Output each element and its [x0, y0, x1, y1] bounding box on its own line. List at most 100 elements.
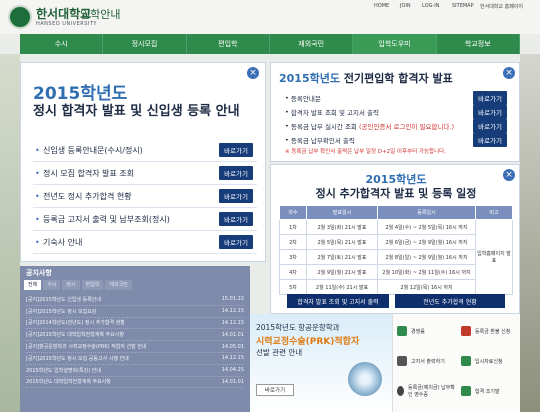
tab-transfer[interactable]: 편입학	[81, 280, 104, 290]
popup1-item: • 신입생 등록안내문(수시/정시) 바로가기	[33, 139, 257, 162]
notice-board: 공지사항 전체 수시 정시 편입학 재외국민 [공지]2015학년도 신입생 등…	[20, 266, 250, 412]
quick-early-notice[interactable]: 합격 조기발	[457, 380, 519, 402]
popup2-item: • 등록금 납부확인서 출력 바로가기	[279, 133, 511, 147]
popup1-item-label: 전년도 정시 추가합격 현황	[43, 191, 132, 201]
nav-overseas[interactable]: 재외국민	[270, 34, 354, 54]
nav-transfer[interactable]: 편입학	[187, 34, 270, 54]
popup2-title: 2015학년도 전기편입학 합격자 발표	[279, 72, 453, 85]
popup3-title: 정시 추가합격자 발표 및 등록 일정	[315, 187, 477, 200]
quick-refund-request[interactable]: 등록금 환불 신청	[457, 320, 519, 342]
promo-line1: 2015학년도 항공운항학과	[256, 323, 340, 332]
popup1-title: 정시 합격자 발표 및 신입생 등록 안내	[33, 104, 240, 119]
popup1-item: • 등록금 고지서 출력 및 납부조회(정시) 바로가기	[33, 208, 257, 231]
background-left	[0, 54, 20, 412]
util-join-link[interactable]: JOIN	[400, 3, 411, 9]
university-english-name: HANSEO UNIVERSITY	[36, 21, 97, 27]
notice-tabs: 전체 수시 정시 편입학 재외국민	[24, 280, 246, 290]
remark-cell: 입학홈페이지 발표	[475, 219, 513, 295]
popup-additional-admission: 2015학년도 정시 추가합격자 발표 및 등록 일정 × 차수 발표일시 등록…	[270, 164, 520, 314]
quick-print-bill[interactable]: 고지서 출력하기	[393, 350, 455, 372]
prk-promo-banner: 2015학년도 항공운항학과 시력교정수술(PRK)적합자 선발 관련 안내 바…	[250, 314, 392, 412]
nav-jeongsi[interactable]: 정시모집	[103, 34, 187, 54]
col-header: 발표일시	[306, 205, 378, 220]
eye-lens-icon	[348, 362, 382, 396]
popup1-item-label: 기숙사 안내	[43, 237, 83, 247]
university-logo[interactable]	[8, 5, 32, 29]
popup1-item: • 전년도 정시 추가합격 현황 바로가기	[33, 185, 257, 208]
receipt-icon	[397, 386, 405, 396]
calendar-icon	[461, 386, 471, 396]
background-right	[520, 54, 540, 412]
refund-icon	[461, 326, 471, 336]
schedule-table: 차수 발표일시 등록일시 비고 1차 2월 3일(화) 21시 발표 2월 4일(수…	[279, 205, 513, 295]
results-print-button[interactable]: 합격자 발표 조회 및 고지서 출력	[287, 294, 389, 308]
go-button[interactable]: 바로가기	[219, 189, 253, 203]
col-header: 비고	[475, 205, 513, 220]
util-homepage-link[interactable]: 한서대학교 홈페이지	[480, 3, 523, 10]
main-navigation: 수시 정시모집 편입학 재외국민 입학도우미 학교정보	[20, 34, 520, 54]
list-item[interactable]: [공지]2015학년도 정시 모집요강 14.12.15	[26, 306, 244, 318]
prev-year-status-button[interactable]: 전년도 추가합격 현황	[395, 294, 505, 308]
list-item[interactable]: [공지]항공운항학과 시력교정수술(PRK) 적합자 선발 안내 14.05.01	[26, 341, 244, 353]
bullet-icon: •	[35, 191, 40, 201]
document-icon	[461, 356, 471, 366]
popup2-item: • 등록안내문 바로가기	[279, 91, 511, 105]
list-item[interactable]: [공지]2015학년도 정시 모집 공동고사 시행 안내 14.12.15	[26, 353, 244, 365]
list-item[interactable]: 2015학년도 대학입학전형계획 주요사항 14.01.01	[26, 377, 244, 389]
util-login-link[interactable]: LOG-IN	[422, 3, 439, 9]
popup-jeongsi-notice: 2015학년도 정시 합격자 발표 및 신입생 등록 안내 × • 신입생 등록안…	[20, 62, 266, 262]
bullet-icon: •	[35, 145, 40, 155]
popup1-item: • 기숙사 안내 바로가기	[33, 231, 257, 254]
col-header: 차수	[279, 205, 307, 220]
popup2-item: • 등록금 납부 실시간 조회 (공인인증서 로그인이 필요합니다.) 바로가기	[279, 119, 511, 133]
go-button[interactable]: 바로가기	[219, 143, 253, 157]
printer-icon	[397, 356, 407, 366]
close-icon[interactable]: ×	[503, 67, 515, 79]
quick-materials-request[interactable]: 입시자료신청	[457, 350, 519, 372]
popup1-item: • 정시 모집 합격자 발표 조회 바로가기	[33, 162, 257, 185]
popup1-list: • 신입생 등록안내문(수시/정시) 바로가기 • 정시 모집 합격자 발표 조회 바로…	[33, 139, 257, 254]
go-button[interactable]: 바로가기	[473, 91, 507, 105]
tab-overseas[interactable]: 재외국민	[105, 280, 132, 290]
util-home-link[interactable]: HOME	[374, 3, 389, 9]
popup-transfer-results: 2015학년도 전기편입학 합격자 발표 × • 등록안내문 바로가기 • 합격자…	[270, 62, 520, 162]
promo-line2: 시력교정수술(PRK)적합자	[256, 337, 360, 347]
promo-go-button[interactable]: 바로가기	[256, 384, 294, 396]
popup2-list: • 등록안내문 바로가기 • 합격자 발표 조회 및 고지서 출력 바로가기 • 등…	[279, 91, 511, 147]
go-button[interactable]: 바로가기	[473, 119, 507, 133]
bullet-icon: •	[35, 214, 40, 224]
list-item[interactable]: [공지]2015학년도 신입생 등록안내 15.01.22	[26, 294, 244, 306]
nav-helper[interactable]: 입학도우미	[353, 34, 437, 54]
popup1-item-label: 정시 모집 합격자 발표 조회	[43, 168, 135, 178]
go-button[interactable]: 바로가기	[219, 235, 253, 249]
popup2-item: • 합격자 발표 조회 및 고지서 출력 바로가기	[279, 105, 511, 119]
chart-icon	[397, 326, 407, 336]
go-button[interactable]: 바로가기	[473, 133, 507, 147]
nav-school-info[interactable]: 학교정보	[437, 34, 520, 54]
popup1-item-label: 신입생 등록안내문(수시/정시)	[43, 145, 143, 155]
quick-payment-receipt[interactable]: 등록금(예치금) 납부확인 영수증	[393, 380, 455, 402]
bullet-icon: •	[35, 168, 40, 178]
admission-guide-title: 입학안내	[80, 8, 121, 21]
tab-jeongsi[interactable]: 정시	[62, 280, 80, 290]
popup2-footnote: ※ 등록금 납부 확인서 출력은 납부 일정 D+2일 이후부터 가능합니다.	[285, 149, 446, 155]
go-button[interactable]: 바로가기	[219, 212, 253, 226]
popup1-item-label: 등록금 고지서 출력 및 납부조회(정시)	[43, 214, 170, 224]
quick-menu: 경쟁률 등록금 환불 신청 고지서 출력하기 입시자료신청 등록금(예치금) 납…	[392, 314, 520, 412]
go-button[interactable]: 바로가기	[473, 105, 507, 119]
util-sitemap-link[interactable]: SITEMAP	[452, 3, 474, 9]
list-item[interactable]: 2015학년도 입학설명회(특강) 안내 14.04.25	[26, 365, 244, 377]
notice-title: 공지사항	[26, 269, 52, 277]
close-icon[interactable]: ×	[503, 169, 515, 181]
quick-competition-rate[interactable]: 경쟁률	[393, 320, 455, 342]
tab-susi[interactable]: 수시	[43, 280, 61, 290]
col-header: 등록일시	[377, 205, 476, 220]
close-icon[interactable]: ×	[247, 67, 259, 79]
list-item[interactable]: [공지]2014학년도(전년도) 정시 추가합격 현황 14.12.15	[26, 318, 244, 330]
nav-susi[interactable]: 수시	[20, 34, 104, 54]
notice-list: [공지]2015학년도 신입생 등록안내 15.01.22 [공지]2015학년도…	[26, 294, 244, 389]
tab-all[interactable]: 전체	[24, 280, 42, 290]
list-item[interactable]: [공지]2015학년도 대학입학전형계획 주요사항 14.01.01	[26, 329, 244, 342]
promo-line3: 선발 관련 안내	[256, 348, 303, 357]
go-button[interactable]: 바로가기	[219, 166, 253, 180]
